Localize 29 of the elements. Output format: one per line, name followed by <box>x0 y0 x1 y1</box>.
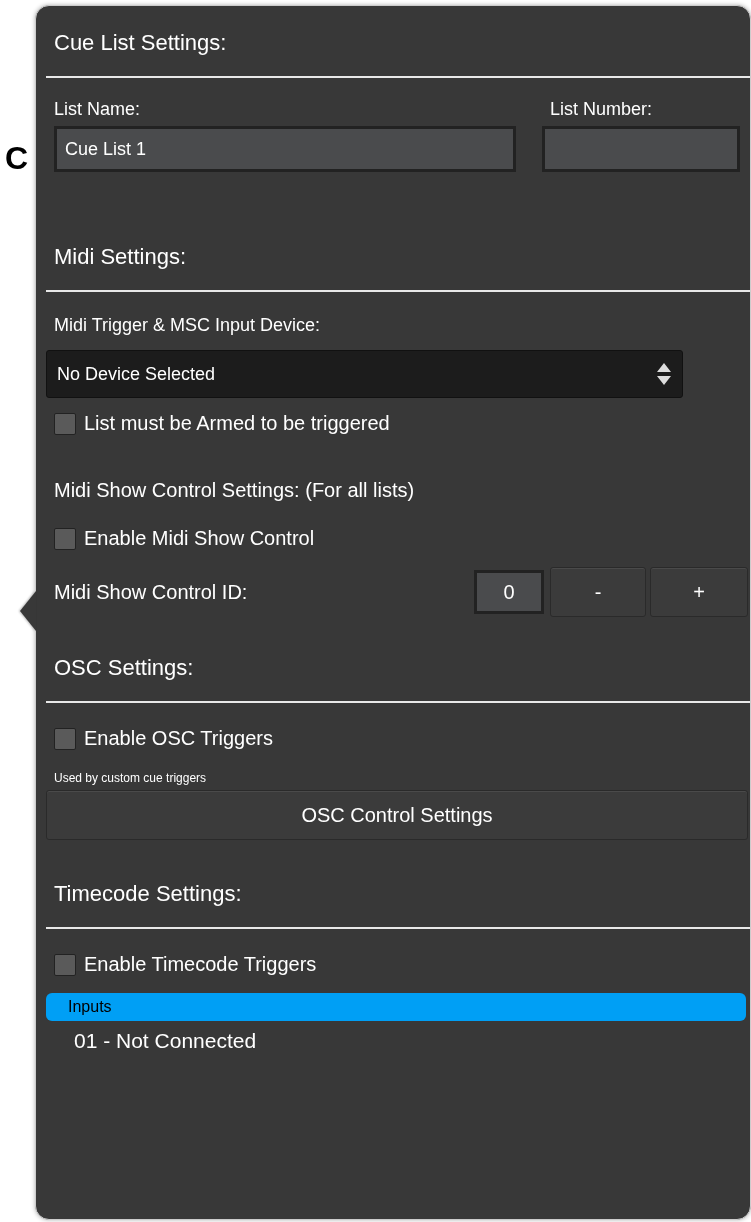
checkbox-label: Enable OSC Triggers <box>84 727 273 750</box>
section-title: Midi Settings: <box>53 244 188 270</box>
field-label: Midi Show Control ID: <box>53 581 249 603</box>
list-name-field[interactable]: Cue List 1 <box>54 126 516 172</box>
device-select[interactable]: No Device Selected <box>46 350 683 398</box>
stepper-arrows-icon <box>656 362 672 386</box>
checkbox-label: List must be Armed to be triggered <box>84 412 390 435</box>
checkbox-label: Enable Timecode Triggers <box>84 953 317 976</box>
subsection-heading: Midi Show Control Settings: (For all lists) <box>53 479 416 501</box>
checkbox[interactable] <box>54 727 76 750</box>
section-title: Timecode Settings: <box>53 881 243 907</box>
field-label: Midi Trigger & MSC Input Device: <box>53 314 322 336</box>
checkbox[interactable] <box>54 527 76 550</box>
helper-text: Used by custom cue triggers <box>53 771 208 785</box>
increment-button[interactable]: + <box>650 567 748 617</box>
checkbox[interactable] <box>54 953 76 976</box>
checkbox-label: Enable Midi Show Control <box>84 527 315 550</box>
list-number-field[interactable] <box>542 126 740 172</box>
section-title: Cue List Settings: <box>53 30 228 56</box>
section-title: OSC Settings: <box>53 655 195 681</box>
input-list-item[interactable]: 01 - Not Connected <box>46 1029 750 1053</box>
checkbox[interactable] <box>54 412 76 435</box>
field-label: List Name: <box>53 98 142 120</box>
background-heading: C <box>5 140 29 177</box>
inputs-header: Inputs <box>46 993 746 1021</box>
decrement-button[interactable]: - <box>550 567 646 617</box>
msc-id-field[interactable]: 0 <box>474 570 544 614</box>
osc-control-settings-button[interactable]: OSC Control Settings <box>46 790 748 840</box>
field-label: List Number: <box>549 98 654 120</box>
